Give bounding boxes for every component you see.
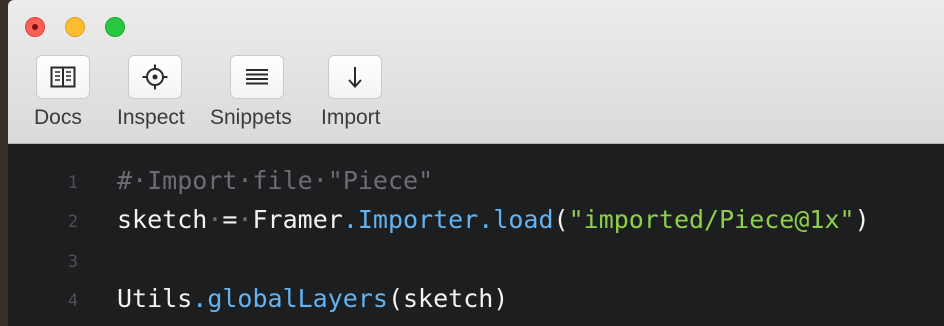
code-text: #·Import·file·"Piece" xyxy=(117,166,433,195)
code-token-default: ( xyxy=(553,205,569,234)
code-token-default: sketch xyxy=(117,205,208,234)
code-token-string: "imported/Piece@1x" xyxy=(568,205,855,234)
code-line[interactable]: 1 #·Import·file·"Piece" xyxy=(8,164,944,204)
inspect-button[interactable] xyxy=(128,55,182,99)
docs-button[interactable] xyxy=(36,55,90,99)
code-line[interactable]: 4 Utils.globalLayers(sketch) xyxy=(8,282,944,322)
import-button[interactable] xyxy=(328,55,382,99)
snippets-label: Snippets xyxy=(210,106,292,129)
code-token-dot: · xyxy=(207,205,223,234)
code-token-comment: file xyxy=(252,166,313,195)
title-bar: Docs Inspect Snippets Import xyxy=(8,0,944,144)
code-token-member: .globalLayers xyxy=(192,284,388,313)
import-label: Import xyxy=(321,106,381,129)
zoom-button[interactable] xyxy=(105,17,125,37)
snippets-button[interactable] xyxy=(230,55,284,99)
crosshair-icon xyxy=(142,64,168,90)
line-number: 4 xyxy=(67,291,79,311)
code-token-comment: Import xyxy=(147,166,238,195)
code-token-default: Utils xyxy=(117,284,193,313)
line-number: 3 xyxy=(67,252,79,272)
code-line[interactable]: 2 sketch·=·Framer.Importer.load("imported… xyxy=(8,203,944,243)
code-line[interactable]: 3 xyxy=(8,243,944,283)
editor-window: Docs Inspect Snippets Import 1 #·Import·… xyxy=(8,0,944,326)
inspect-label: Inspect xyxy=(117,106,185,129)
code-editor[interactable]: 1 #·Import·file·"Piece" 2 sketch·=·Framer.I… xyxy=(8,144,944,326)
code-text: Utils.globalLayers(sketch) xyxy=(117,284,508,313)
close-button[interactable] xyxy=(25,17,45,37)
arrow-down-icon xyxy=(348,67,362,88)
code-token-default: ) xyxy=(854,205,870,234)
code-token-default: (sketch) xyxy=(387,284,509,313)
code-token-default: Framer xyxy=(252,205,343,234)
line-number: 2 xyxy=(67,212,79,232)
minimize-button[interactable] xyxy=(65,17,85,37)
code-token-member: .Importer.load xyxy=(342,205,554,234)
book-icon xyxy=(50,66,76,88)
code-text: sketch·=·Framer.Importer.load("imported/… xyxy=(117,205,870,234)
code-token-dot: · xyxy=(312,166,328,195)
code-token-comment: "Piece" xyxy=(327,166,434,195)
code-token-default: = xyxy=(222,205,238,234)
code-token-dot: · xyxy=(237,166,253,195)
code-token-dot: · xyxy=(132,166,148,195)
docs-label: Docs xyxy=(34,106,82,129)
code-token-dot: · xyxy=(237,205,253,234)
lines-icon xyxy=(246,69,268,85)
code-token-comment: # xyxy=(117,166,133,195)
line-number: 1 xyxy=(67,173,79,193)
